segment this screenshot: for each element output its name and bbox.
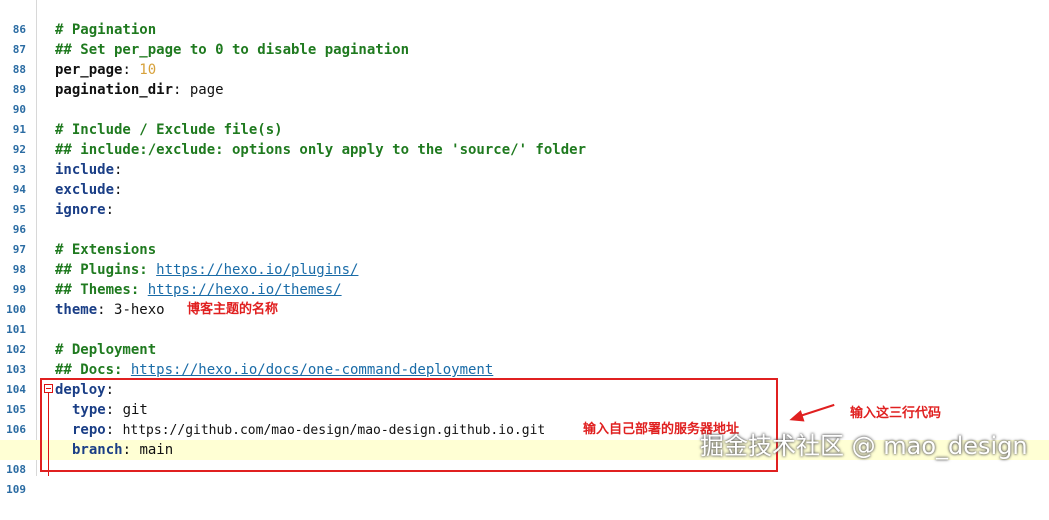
code-line[interactable]: 95 exclude: — [0, 180, 1049, 216]
plugins-link[interactable]: https://hexo.io/plugins/ — [156, 262, 358, 278]
deploy-highlight-box — [40, 378, 778, 472]
theme-name-annotation: 博客主题的名称 — [187, 302, 279, 317]
code-line[interactable]: 102 — [0, 320, 1049, 356]
comment-themes: ## Themes: — [55, 282, 148, 298]
code-line[interactable]: 93 ## include:/exclude: options only app… — [0, 140, 1049, 176]
code-line[interactable]: 86 — [0, 0, 1049, 36]
code-line[interactable]: 103 # Deployment — [0, 340, 1049, 376]
watermark: 掘金技术社区 @ mao_design — [700, 432, 1028, 460]
comment-include-options: ## include:/exclude: options only apply … — [55, 142, 587, 158]
key-pagination-dir: pagination_dir — [55, 82, 174, 98]
code-line[interactable]: 88 ## Set per_page to 0 to disable pagin… — [0, 40, 1049, 76]
key-exclude: exclude — [55, 182, 115, 198]
key-per-page: per_page — [55, 62, 123, 78]
comment-docs: ## Docs: — [55, 362, 131, 378]
comment-deployment: # Deployment — [55, 342, 157, 358]
code-line[interactable]: 97 — [0, 220, 1049, 256]
code-line[interactable]: 94 include: — [0, 160, 1049, 196]
code-line[interactable]: 100 ## Themes: https://hexo.io/themes/ — [0, 280, 1049, 316]
code-line[interactable]: 92 # Include / Exclude file(s) — [0, 120, 1049, 156]
line-number: 109 — [6, 483, 26, 496]
comment-plugins: ## Plugins: — [55, 262, 157, 278]
code-line[interactable]: 91 — [0, 100, 1049, 136]
code-line[interactable]: 99 ## Plugins: https://hexo.io/plugins/ — [0, 260, 1049, 296]
code-line[interactable]: 89 per_page: 10 — [0, 60, 1049, 96]
value-per-page: 10 — [139, 62, 157, 78]
value-pagination-dir: page — [189, 82, 224, 98]
comment-extensions: # Extensions — [55, 242, 157, 258]
themes-link[interactable]: https://hexo.io/themes/ — [148, 282, 342, 298]
code-line[interactable]: 96 ignore: — [0, 200, 1049, 236]
key-theme: theme — [55, 302, 98, 318]
arrow-annotation: 输入这三行代码 — [850, 406, 942, 421]
code-line[interactable]: 87 # Pagination — [0, 20, 1049, 56]
key-include: include — [55, 162, 115, 178]
code-editor[interactable]: 86 87 # Pagination 88 ## Set per_page to… — [0, 0, 1049, 496]
code-line[interactable]: 101 theme: 3-hexo 博客主题的名称 — [0, 300, 1049, 336]
key-ignore: ignore — [55, 202, 106, 218]
value-theme: 3-hexo — [114, 302, 165, 318]
docs-link[interactable]: https://hexo.io/docs/one-command-deploym… — [131, 362, 493, 378]
comment-include-exclude: # Include / Exclude file(s) — [55, 122, 283, 138]
code-line[interactable]: 90 pagination_dir: page — [0, 80, 1049, 116]
comment-pagination: # Pagination — [55, 22, 157, 38]
comment-per-page: ## Set per_page to 0 to disable paginati… — [55, 42, 410, 58]
code-line[interactable]: 98 # Extensions — [0, 240, 1049, 276]
code-line[interactable]: 104 ## Docs: https://hexo.io/docs/one-co… — [0, 360, 1049, 396]
